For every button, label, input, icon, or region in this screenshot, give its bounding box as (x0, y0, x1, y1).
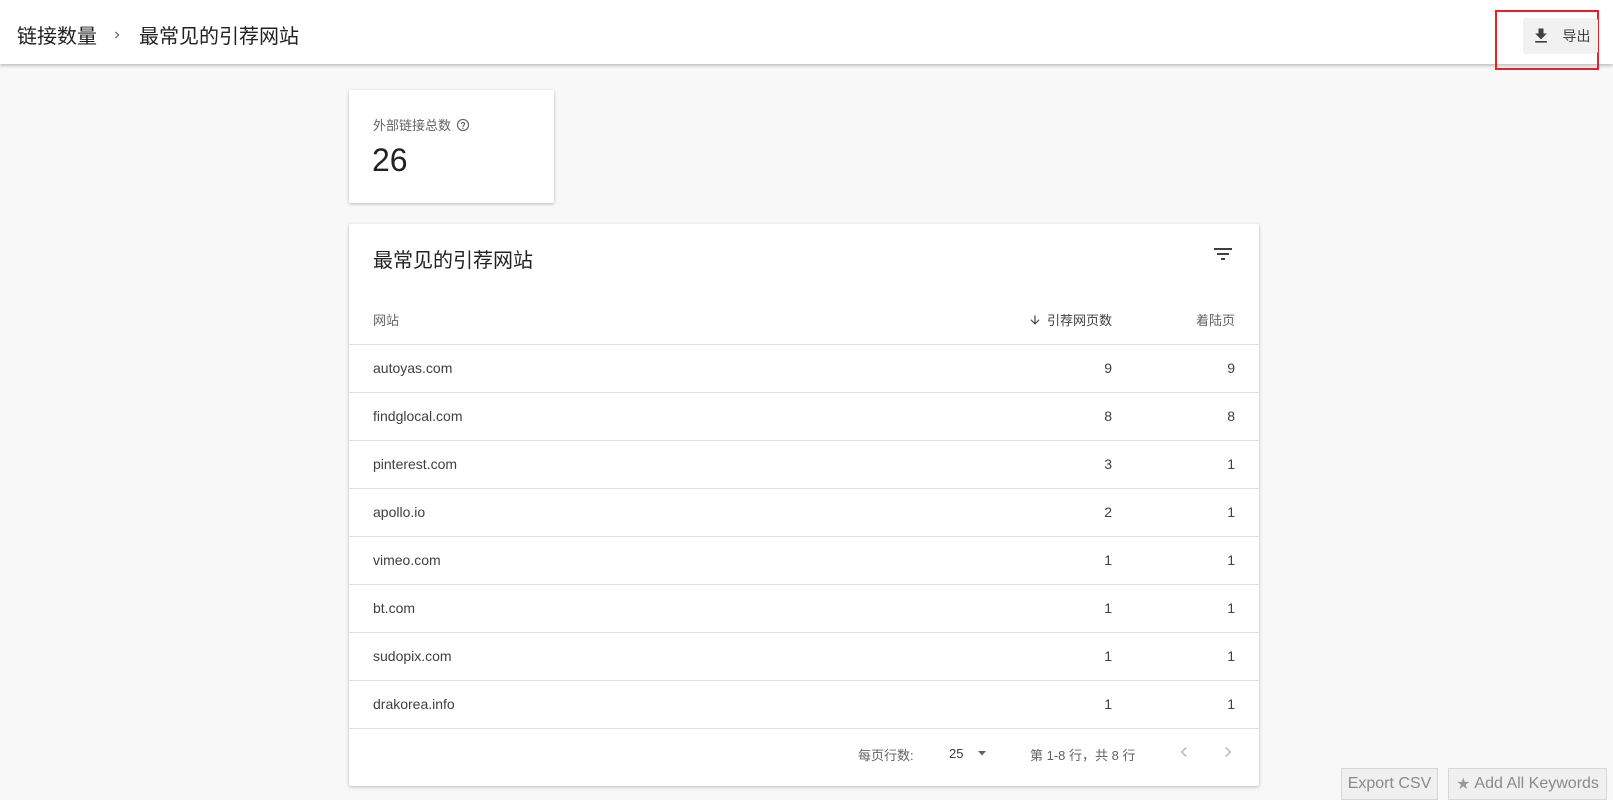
site-cell: findglocal.com (373, 408, 463, 424)
download-icon (1531, 26, 1551, 46)
star-icon: ★ (1456, 776, 1471, 793)
filter-list-icon[interactable] (1211, 242, 1235, 266)
table-row[interactable]: pinterest.com 3 1 (349, 441, 1259, 489)
table-row[interactable]: drakorea.info 1 1 (349, 681, 1259, 729)
help-circle-icon[interactable] (456, 118, 470, 132)
next-page-button[interactable] (1214, 738, 1242, 766)
breadcrumb-parent-link[interactable]: 链接数量 (17, 20, 97, 49)
export-highlight-box: 导出 (1495, 10, 1599, 70)
referring-pages-cell: 1 (1104, 696, 1112, 712)
site-cell: pinterest.com (373, 456, 458, 472)
referring-pages-cell: 2 (1104, 504, 1112, 520)
table-title: 最常见的引荐网站 (373, 250, 533, 272)
arrow-down-icon (1028, 313, 1042, 327)
caret-down-icon (976, 747, 988, 759)
breadcrumb-current: 最常见的引荐网站 (139, 26, 299, 48)
total-links-value: 26 (372, 142, 408, 178)
site-cell: autoyas.com (373, 360, 453, 376)
breadcrumb: 链接数量 最常见的引荐网站 (17, 20, 299, 49)
add-all-keywords-label: Add All Keywords (1474, 775, 1599, 792)
chevron-right-icon (110, 28, 124, 42)
landing-pages-cell: 1 (1227, 600, 1235, 616)
landing-pages-cell: 1 (1227, 648, 1235, 664)
export-csv-label: Export CSV (1347, 775, 1432, 792)
add-all-keywords-button[interactable]: ★ Add All Keywords (1448, 768, 1607, 800)
landing-pages-cell: 1 (1227, 504, 1235, 520)
site-cell: vimeo.com (373, 552, 441, 568)
landing-pages-cell: 1 (1227, 552, 1235, 568)
table-row[interactable]: bt.com 1 1 (349, 585, 1259, 633)
total-links-label-row: 外部链接总数 (373, 115, 470, 134)
site-cell: bt.com (373, 600, 416, 616)
export-label: 导出 (1562, 28, 1591, 44)
pagination-range: 第 1-8 行，共 8 行 (1030, 748, 1136, 763)
referring-pages-cell: 3 (1104, 456, 1112, 472)
total-links-card: 外部链接总数 26 (349, 90, 554, 203)
site-cell: drakorea.info (373, 696, 455, 712)
top-bar: 链接数量 最常见的引荐网站 导出 (0, 0, 1613, 70)
landing-pages-cell: 9 (1227, 360, 1235, 376)
table-row[interactable]: vimeo.com 1 1 (349, 537, 1259, 585)
table-row[interactable]: apollo.io 2 1 (349, 489, 1259, 537)
site-cell: apollo.io (373, 504, 426, 520)
table-row[interactable]: findglocal.com 8 8 (349, 393, 1259, 441)
table-row[interactable]: sudopix.com 1 1 (349, 633, 1259, 681)
referring-pages-cell: 1 (1104, 648, 1112, 664)
column-header-referring-pages[interactable]: 引荐网页数 (1028, 310, 1112, 329)
column-header-landing-pages[interactable]: 着陆页 (1196, 310, 1235, 329)
column-header-site[interactable]: 网站 (373, 310, 399, 329)
export-button[interactable]: 导出 (1523, 18, 1598, 54)
table-row[interactable]: autoyas.com 9 9 (349, 345, 1259, 393)
export-csv-button[interactable]: Export CSV (1341, 768, 1438, 800)
chevron-left-icon (1174, 742, 1194, 762)
column-header-referring-pages-label: 引荐网页数 (1046, 313, 1112, 328)
landing-pages-cell: 1 (1227, 456, 1235, 472)
landing-pages-cell: 1 (1227, 696, 1235, 712)
prev-page-button[interactable] (1170, 738, 1198, 766)
landing-pages-cell: 8 (1227, 408, 1235, 424)
rows-per-page-value: 25 (949, 745, 964, 761)
referring-pages-cell: 1 (1104, 552, 1112, 568)
chevron-right-icon (1218, 742, 1238, 762)
site-cell: sudopix.com (373, 648, 452, 664)
referring-pages-cell: 8 (1104, 408, 1112, 424)
referring-pages-cell: 9 (1104, 360, 1112, 376)
pagination: 每页行数: 25 第 1-8 行，共 8 行 (349, 729, 1259, 779)
rows-per-page-select[interactable]: 25 (949, 739, 1001, 767)
rows-per-page-label: 每页行数: (858, 748, 914, 763)
table-body: autoyas.com 9 9 findglocal.com 8 8 pinte… (349, 345, 1259, 729)
top-referring-sites-card: 最常见的引荐网站 网站 引荐网页数 着陆页 autoyas.com 9 9 fi… (349, 224, 1259, 786)
referring-pages-cell: 1 (1104, 600, 1112, 616)
total-links-label: 外部链接总数 (373, 118, 452, 133)
